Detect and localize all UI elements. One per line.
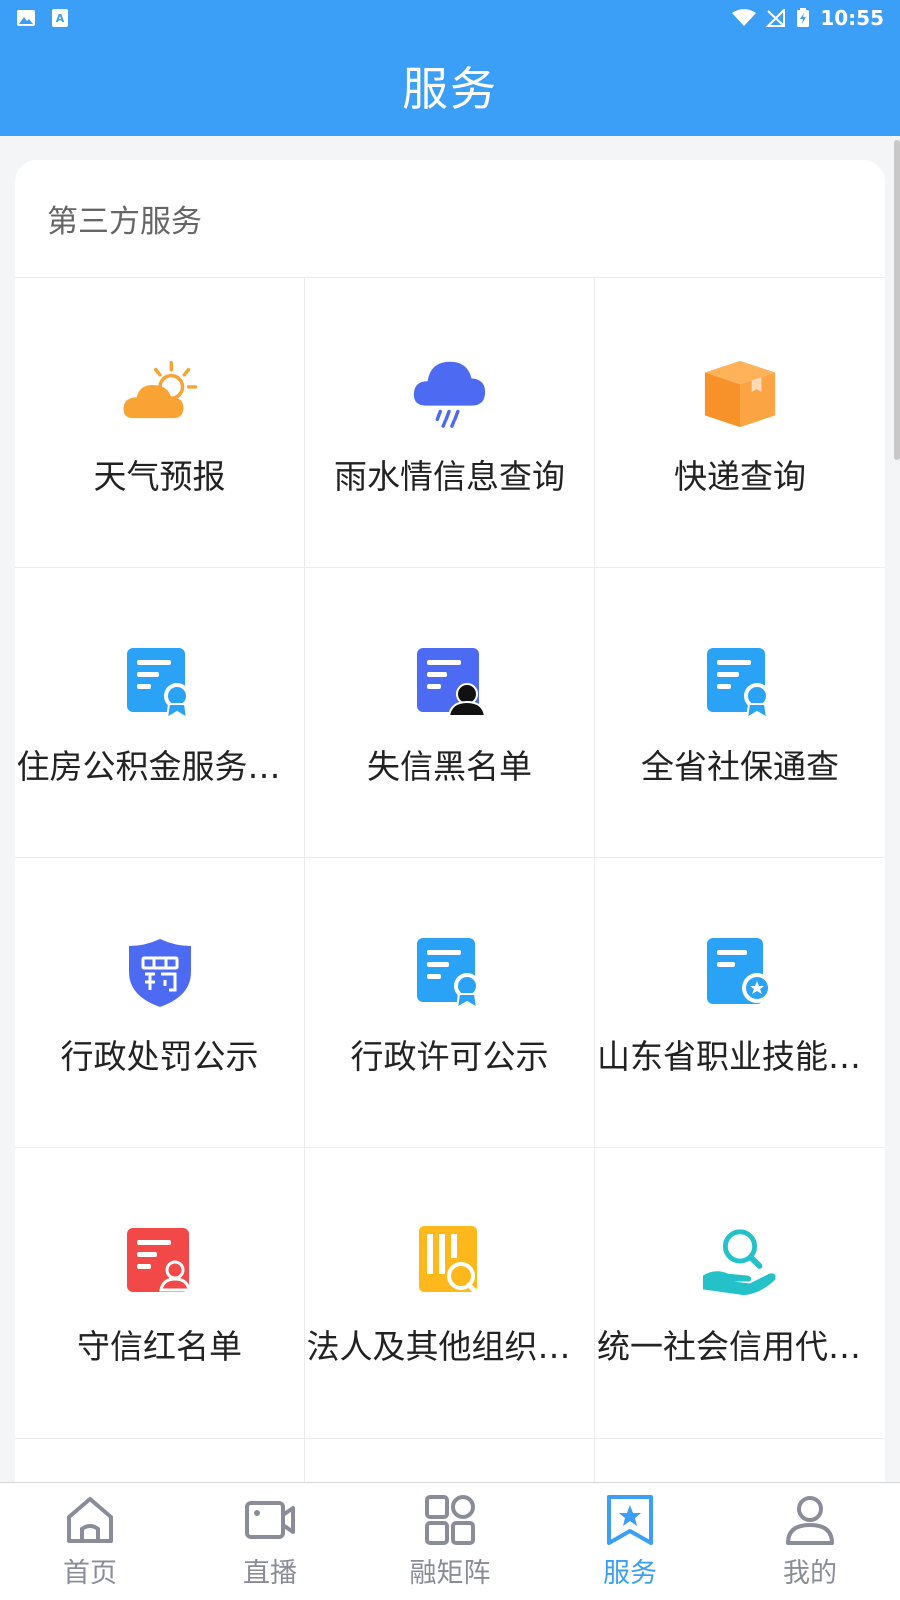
bookmark-star-icon <box>607 1495 653 1545</box>
service-label: 雨水情信息查询 <box>334 456 565 496</box>
svg-text:A: A <box>56 12 65 25</box>
certificate-icon <box>121 644 199 722</box>
service-admin-license[interactable]: 行政许可公示 <box>305 858 595 1148</box>
service-redlist[interactable]: 守信红名单 <box>15 1148 305 1438</box>
service-housing-fund[interactable]: 住房公积金服务大厅 <box>15 568 305 858</box>
certificate-icon <box>701 644 779 722</box>
service-label: 住房公积金服务大厅 <box>16 746 303 786</box>
service-legal-entity-credit[interactable]: 法人及其他组织信用信息 <box>305 1148 595 1438</box>
service-weather[interactable]: 天气预报 <box>15 278 305 568</box>
service-label: 山东省职业技能证书查询 <box>597 1036 883 1076</box>
service-label: 全省社保通查 <box>641 746 839 786</box>
service-blacklist[interactable]: 失信黑名单 <box>305 568 595 858</box>
service-label: 守信红名单 <box>77 1327 242 1366</box>
wifi-icon <box>732 9 757 26</box>
header: 服务 <box>0 36 900 136</box>
penalty-shield-icon <box>121 934 199 1012</box>
skill-certificate-icon <box>701 934 779 1012</box>
grid-icon <box>425 1495 475 1545</box>
services-grid: 天气预报 雨水情信息查询 快递查询 住房公积金服务大厅 失信黑名单 全省社保通查… <box>15 278 885 1438</box>
tab-mine[interactable]: 我的 <box>720 1483 900 1600</box>
weather-icon <box>121 354 199 432</box>
service-label: 统一社会信用代码查询 <box>597 1327 883 1366</box>
video-icon <box>245 1501 295 1539</box>
rain-cloud-icon <box>411 354 489 432</box>
tab-label: 首页 <box>63 1558 117 1589</box>
tab-label: 直播 <box>243 1558 297 1589</box>
service-credit-code[interactable]: 统一社会信用代码查询 <box>595 1148 885 1438</box>
user-icon <box>786 1496 834 1545</box>
service-admin-penalty[interactable]: 行政处罚公示 <box>15 858 305 1148</box>
service-skill-certificate[interactable]: 山东省职业技能证书查询 <box>595 858 885 1148</box>
hand-search-icon <box>701 1224 779 1302</box>
image-notification-icon <box>17 10 35 26</box>
service-label: 法人及其他组织信用信息 <box>306 1327 593 1366</box>
status-time: 10:55 <box>820 6 884 30</box>
tab-home[interactable]: 首页 <box>0 1483 180 1600</box>
certificate-icon <box>411 934 489 1012</box>
service-label: 天气预报 <box>93 456 226 496</box>
service-label: 行政许可公示 <box>350 1036 549 1076</box>
section-title: 第三方服务 <box>15 160 885 278</box>
document-search-icon <box>411 1224 489 1302</box>
tab-live[interactable]: 直播 <box>180 1483 360 1600</box>
tab-matrix[interactable]: 融矩阵 <box>360 1483 540 1600</box>
package-icon <box>701 354 779 432</box>
tab-label: 融矩阵 <box>409 1558 491 1589</box>
bottom-tab-bar: 首页 直播 融矩阵 服务 我的 <box>0 1482 900 1600</box>
service-express[interactable]: 快递查询 <box>595 278 885 568</box>
blacklist-icon <box>411 644 489 722</box>
tab-label: 服务 <box>603 1558 657 1589</box>
service-label: 失信黑名单 <box>367 746 532 786</box>
scrollbar[interactable] <box>894 140 900 460</box>
services-card: 第三方服务 天气预报 雨水情信息查询 快递查询 住房公积金服务大厅 失信黑名单 … <box>15 160 885 1490</box>
tab-service[interactable]: 服务 <box>540 1483 720 1600</box>
service-label: 快递查询 <box>674 456 806 496</box>
service-rain-info[interactable]: 雨水情信息查询 <box>305 278 595 568</box>
service-social-security[interactable]: 全省社保通查 <box>595 568 885 858</box>
no-signal-icon <box>766 9 786 27</box>
status-bar: A 10:55 <box>0 0 900 36</box>
home-icon <box>67 1497 113 1543</box>
page-title: 服务 <box>402 62 498 116</box>
service-label: 行政处罚公示 <box>60 1036 259 1076</box>
app-notification-icon: A <box>52 9 68 27</box>
tab-label: 我的 <box>783 1558 837 1589</box>
redlist-icon <box>121 1224 199 1302</box>
battery-charging-icon <box>797 8 810 27</box>
